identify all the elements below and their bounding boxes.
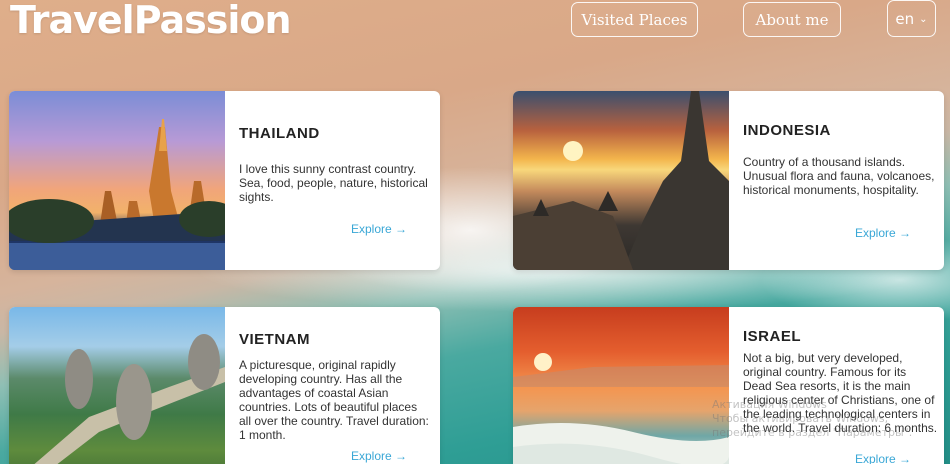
explore-link[interactable]: Explore → <box>855 452 911 464</box>
card-body: VIETNAM A picturesque, original rapidly … <box>225 307 440 464</box>
site-logo[interactable]: TravelPassion <box>10 0 292 42</box>
card-thailand: THAILAND I love this sunny contrast coun… <box>9 91 440 270</box>
israel-photo <box>513 307 729 464</box>
card-body: INDONESIA Country of a thousand islands.… <box>729 91 944 270</box>
language-value: en <box>895 9 915 28</box>
vietnam-photo <box>9 307 225 464</box>
explore-link[interactable]: Explore → <box>351 449 407 463</box>
watermark-text: Чтобы активировать Windows, перейдите в … <box>712 412 913 439</box>
card-description: Country of a thousand islands. Unusual f… <box>743 155 935 197</box>
explore-link[interactable]: Explore → <box>855 226 911 240</box>
card-title: INDONESIA <box>743 122 831 139</box>
language-select[interactable]: en ⌄ <box>887 0 936 37</box>
indonesia-photo <box>513 91 729 270</box>
about-me-button[interactable]: About me <box>743 2 841 37</box>
thailand-photo <box>9 91 225 270</box>
card-body: ISRAEL Not a big, but very developed, or… <box>729 307 944 464</box>
card-description: I love this sunny contrast country. Sea,… <box>239 162 428 204</box>
card-title: VIETNAM <box>239 331 310 348</box>
card-body: THAILAND I love this sunny contrast coun… <box>225 91 440 270</box>
card-israel: ISRAEL Not a big, but very developed, or… <box>513 307 944 464</box>
card-title: ISRAEL <box>743 328 802 345</box>
card-indonesia: INDONESIA Country of a thousand islands.… <box>513 91 944 270</box>
windows-activation-watermark: Активация Windows Чтобы активировать Win… <box>712 398 948 440</box>
visited-places-button[interactable]: Visited Places <box>571 2 698 37</box>
watermark-title: Активация Windows <box>712 398 827 411</box>
card-title: THAILAND <box>239 125 320 142</box>
card-vietnam: VIETNAM A picturesque, original rapidly … <box>9 307 440 464</box>
chevron-down-icon: ⌄ <box>919 14 928 25</box>
explore-link[interactable]: Explore → <box>351 222 407 236</box>
card-description: A picturesque, original rapidly developi… <box>239 358 429 442</box>
